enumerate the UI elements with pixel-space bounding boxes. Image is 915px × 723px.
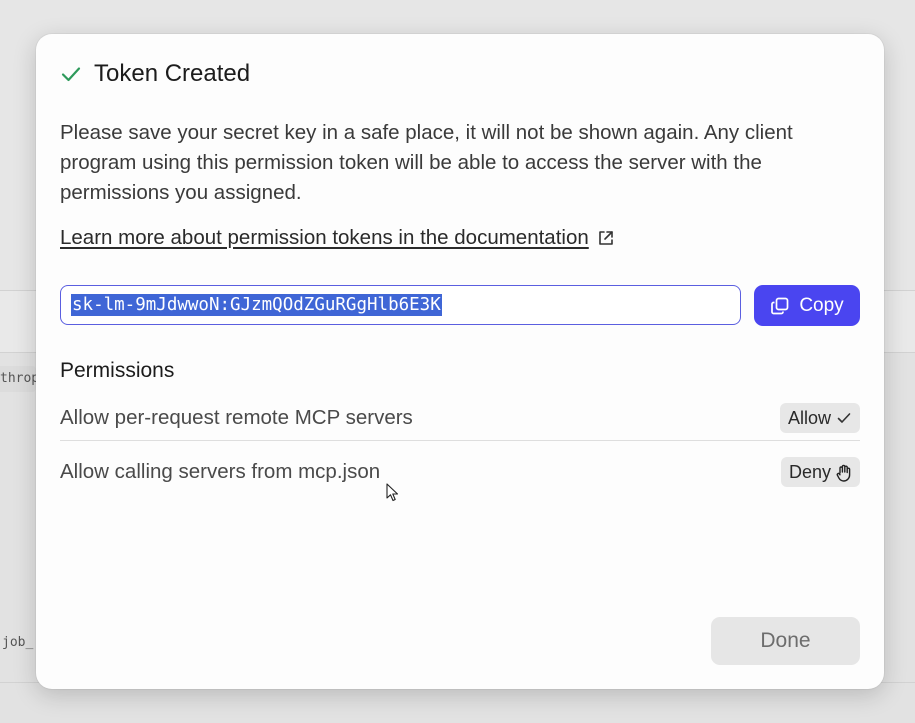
permission-allow-toggle[interactable]: Allow: [779, 403, 860, 433]
token-value[interactable]: sk-lm-9mJdwwoN:GJzmQOdZGuRGgHlb6E3K: [71, 294, 442, 316]
background-text: throp: [0, 371, 40, 386]
permission-row: Allow calling servers from mcp.json Deny: [60, 450, 860, 494]
check-icon: [60, 63, 82, 85]
copy-button-label: Copy: [799, 294, 844, 316]
permission-label: Allow calling servers from mcp.json: [60, 460, 381, 483]
external-link-icon: [597, 229, 615, 247]
permission-row: Allow per-request remote MCP servers All…: [60, 396, 860, 440]
documentation-link-text: Learn more about permission tokens in th…: [60, 226, 589, 249]
mouse-cursor-icon: [386, 483, 399, 502]
permission-deny-toggle[interactable]: Deny: [780, 457, 860, 487]
permission-value: Deny: [788, 461, 831, 482]
permission-value: Allow: [787, 407, 831, 428]
done-button-label: Done: [760, 629, 811, 652]
hand-icon: [836, 464, 852, 482]
copy-icon: [770, 296, 790, 316]
permissions-heading: Permissions: [60, 359, 175, 382]
permission-divider: [60, 440, 860, 441]
dialog-title: Token Created: [94, 60, 251, 87]
background-text: job_: [2, 635, 34, 650]
done-button[interactable]: Done: [711, 617, 860, 665]
token-input[interactable]: sk-lm-9mJdwwoN:GJzmQOdZGuRGgHlb6E3K: [60, 285, 741, 325]
token-created-dialog: Token Created Please save your secret ke…: [36, 34, 884, 689]
copy-button[interactable]: Copy: [754, 285, 860, 326]
documentation-link[interactable]: Learn more about permission tokens in th…: [60, 226, 615, 250]
check-icon: [836, 410, 852, 426]
dialog-description: Please save your secret key in a safe pl…: [60, 121, 793, 204]
permission-label: Allow per-request remote MCP servers: [60, 406, 413, 429]
dialog-header: Token Created: [60, 60, 250, 88]
